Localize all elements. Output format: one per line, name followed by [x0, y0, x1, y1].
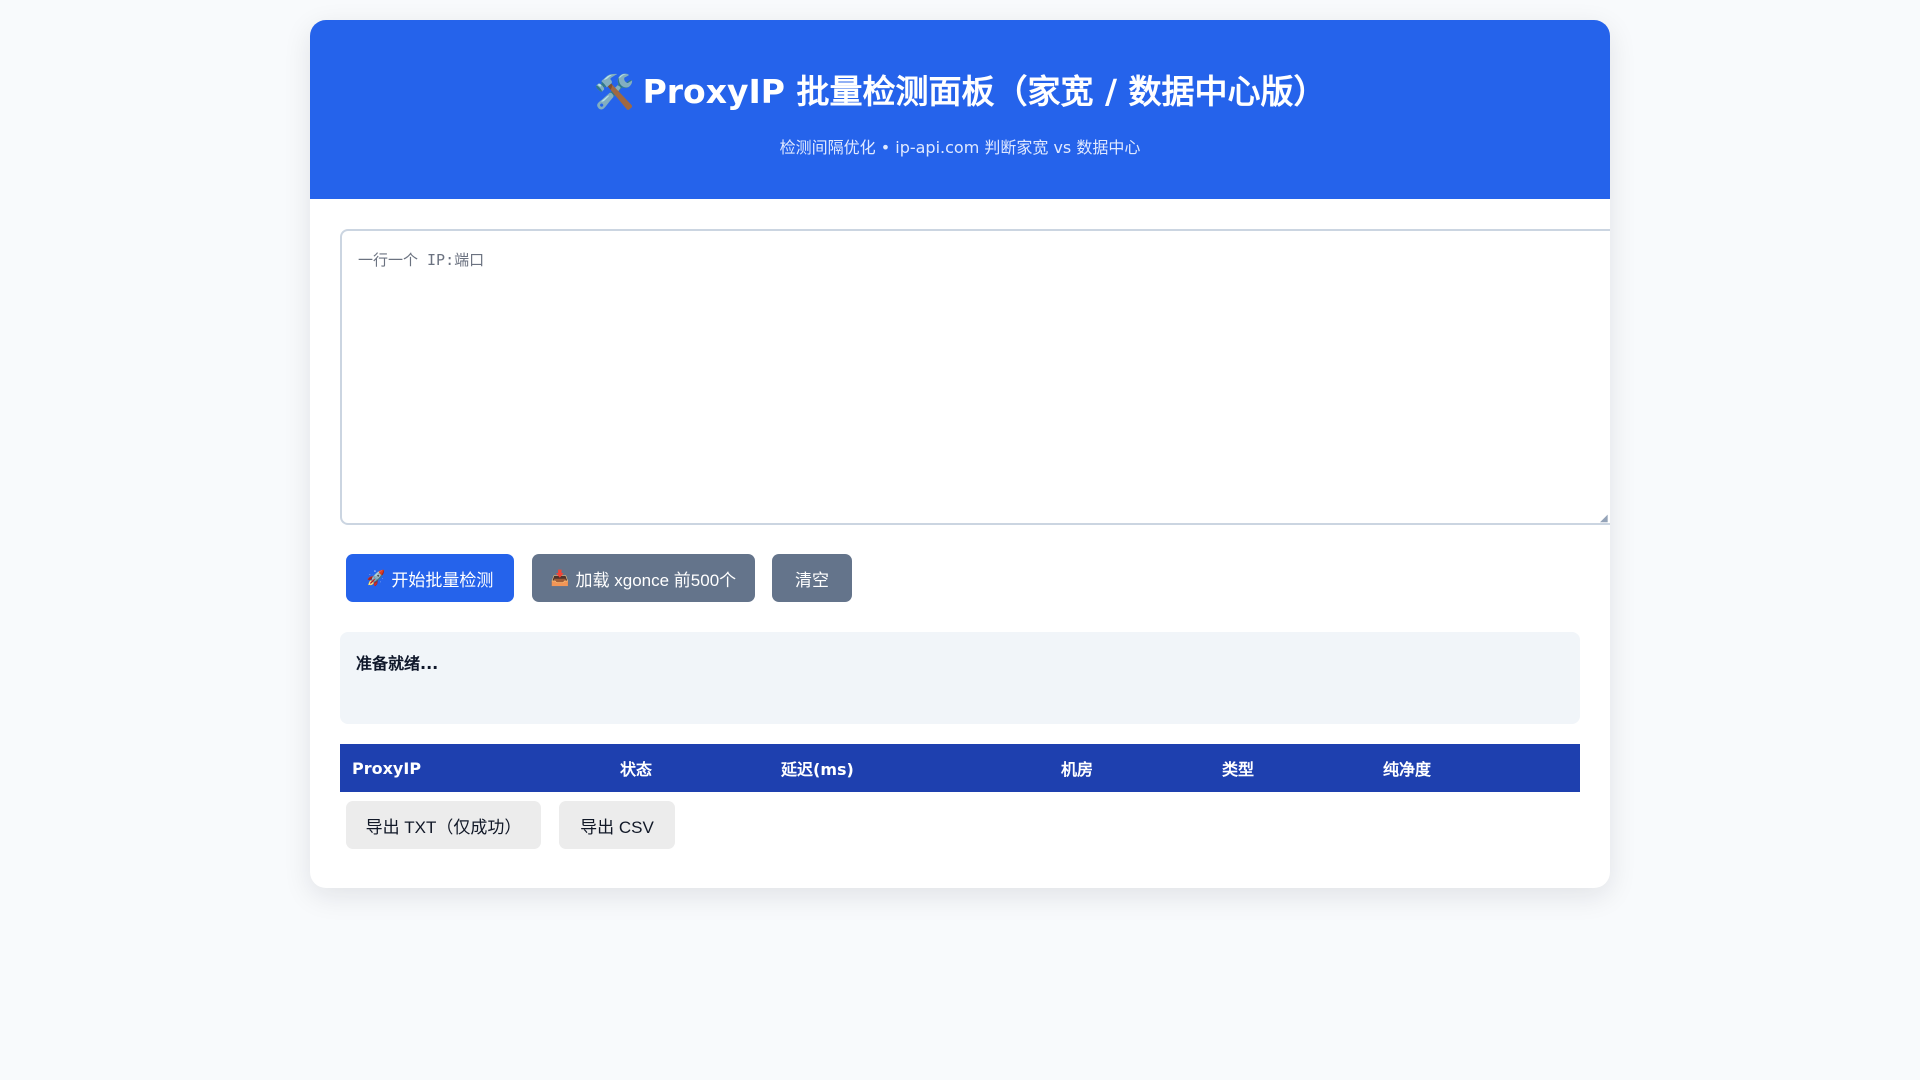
rocket-icon: 🚀 [366, 570, 386, 587]
column-header-datacenter: 机房 [1061, 760, 1094, 779]
clear-button[interactable]: 清空 [772, 554, 852, 602]
results-table: ProxyIP 状态 延迟(ms) 机房 类型 纯净度 [340, 744, 1580, 792]
column-header-latency: 延迟(ms) [781, 760, 854, 779]
column-header-type: 类型 [1222, 760, 1255, 779]
status-box: 准备就绪... [340, 632, 1580, 724]
main-panel: 🛠️ ProxyIP 批量检测面板（家宽 / 数据中心版） 检测间隔优化 • ip… [310, 20, 1610, 888]
panel-header: 🛠️ ProxyIP 批量检测面板（家宽 / 数据中心版） 检测间隔优化 • ip… [310, 20, 1610, 199]
page-subtitle: 检测间隔优化 • ip-api.com 判断家宽 vs 数据中心 [779, 138, 1141, 157]
start-batch-check-button[interactable]: 🚀 开始批量检测 [346, 554, 514, 602]
ip-list-input[interactable] [340, 229, 1610, 525]
page-title-text: ProxyIP 批量检测面板（家宽 / 数据中心版） [642, 72, 1327, 111]
column-header-purity: 纯净度 [1383, 760, 1432, 779]
column-header-status: 状态 [620, 760, 653, 779]
tools-icon: 🛠️ [593, 72, 635, 111]
start-batch-check-label: 开始批量检测 [391, 570, 494, 590]
load-xgonce-button[interactable]: 📥 加载 xgonce 前500个 [532, 554, 755, 602]
status-text: 准备就绪... [356, 654, 439, 673]
page-title: 🛠️ ProxyIP 批量检测面板（家宽 / 数据中心版） [310, 20, 1610, 114]
clear-label: 清空 [795, 570, 829, 590]
column-header-proxyip: ProxyIP [352, 758, 422, 778]
load-xgonce-label: 加载 xgonce 前500个 [575, 570, 737, 590]
inbox-tray-icon: 📥 [550, 570, 570, 587]
resize-handle-icon[interactable]: ◢ [1600, 514, 1610, 524]
export-txt-button[interactable]: 导出 TXT（仅成功） [346, 801, 541, 849]
export-csv-button[interactable]: 导出 CSV [559, 801, 675, 849]
table-header-row: ProxyIP 状态 延迟(ms) 机房 类型 纯净度 [340, 744, 1580, 792]
